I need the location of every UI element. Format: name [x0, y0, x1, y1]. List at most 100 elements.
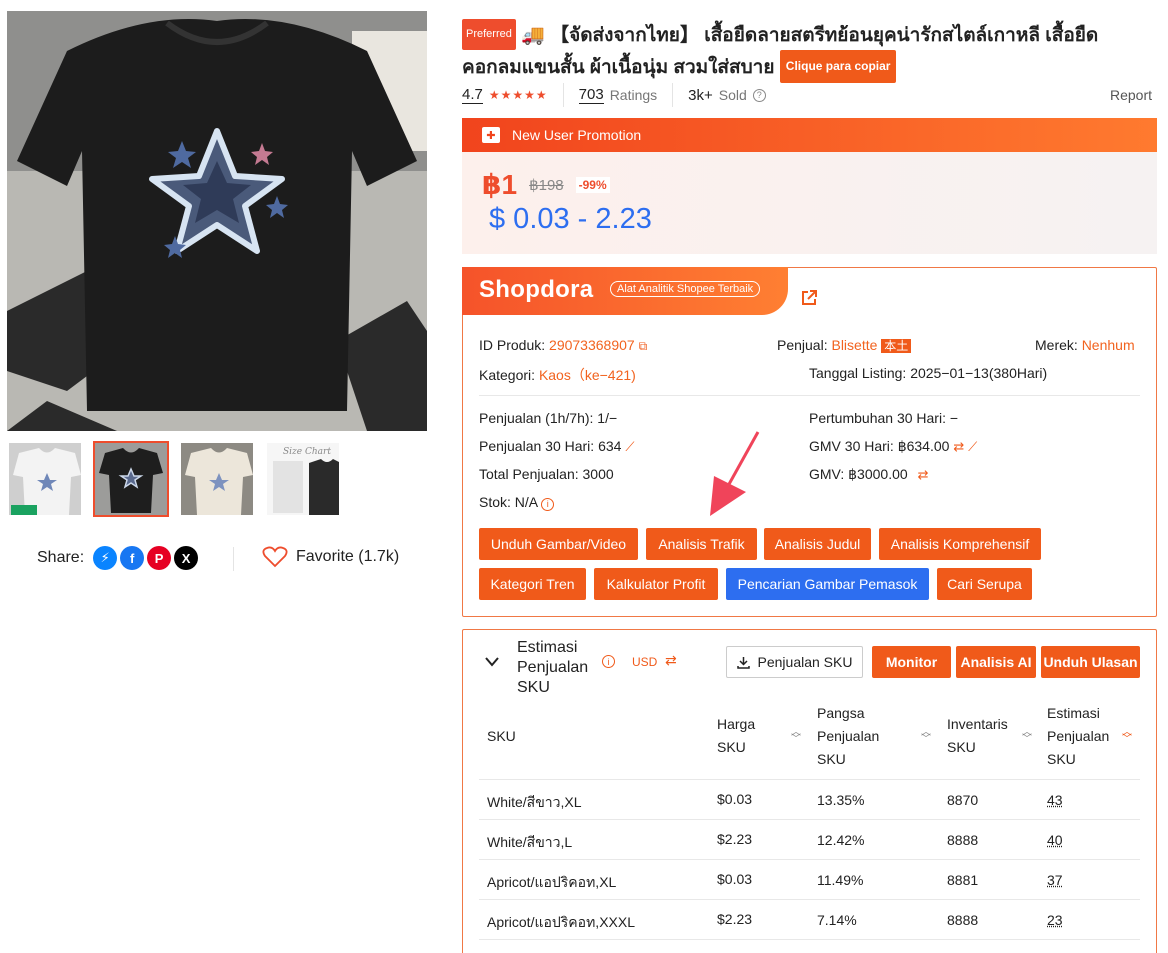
cell-share: 12.42% — [817, 832, 865, 848]
thumbnail-cream-image — [181, 443, 253, 515]
rating-divider — [562, 83, 564, 107]
sku-title-line: Estimasi — [517, 639, 578, 656]
share-row: Share: ⚡ f P X — [37, 546, 199, 570]
col-header-share[interactable]: Pangsa Penjualan SKU — [817, 702, 879, 771]
thumbnail-size-chart[interactable]: Size Chart — [265, 441, 341, 517]
sku-sales-button[interactable]: Penjualan SKU — [726, 646, 863, 678]
trend-chart-icon[interactable]: ⟋ — [625, 439, 634, 454]
messenger-icon[interactable]: ⚡ — [93, 546, 118, 570]
growth-30-days: Pertumbuhan 30 Hari: − — [809, 410, 959, 426]
cell-share: 11.49% — [817, 872, 864, 888]
thumbnail-white[interactable] — [7, 441, 83, 517]
chevron-down-icon[interactable] — [484, 656, 500, 668]
exchange-icon[interactable]: ⇄ — [918, 467, 929, 482]
profit-calculator-button[interactable]: Kalkulator Profit — [594, 568, 718, 600]
comprehensive-analysis-button[interactable]: Analisis Komprehensif — [879, 528, 1041, 560]
thumbnail-black[interactable] — [93, 441, 169, 517]
copy-icon[interactable]: ⧉ — [639, 339, 648, 353]
monitor-button[interactable]: Monitor — [872, 646, 951, 678]
cell-estimate[interactable]: 43 — [1047, 792, 1063, 808]
info-icon[interactable]: i — [541, 497, 555, 511]
col-header-estimate[interactable]: Estimasi Penjualan SKU — [1047, 702, 1109, 771]
preferred-badge: Preferred — [462, 19, 516, 50]
facebook-icon[interactable]: f — [120, 546, 145, 570]
table-row: Apricot/แอปริคอท,XXXL $2.23 7.14% 8888 2… — [479, 900, 1140, 940]
share-label: Share: — [37, 549, 85, 566]
supplier-image-search-button[interactable]: Pencarian Gambar Pemasok — [726, 568, 929, 600]
sort-icon[interactable]: ︿ ﹀ — [1022, 728, 1032, 745]
listing-date-field: Tanggal Listing: 2025−01−13(380Hari) — [809, 365, 1047, 381]
find-similar-button[interactable]: Cari Serupa — [937, 568, 1032, 600]
col-header-price[interactable]: Harga SKU — [717, 713, 755, 759]
cell-price: $2.23 — [717, 831, 753, 847]
tshirt-photo — [7, 11, 427, 431]
gmv-total: GMV: ฿3000.00 — [809, 466, 908, 482]
size-chart-label: Size Chart — [283, 447, 331, 457]
traffic-analysis-button[interactable]: Analisis Trafik — [646, 528, 757, 560]
gmv-30-days-field: GMV 30 Hari: ฿634.00 ⇄ ⟋ — [809, 438, 977, 455]
cell-inventory: 8870 — [947, 792, 979, 808]
help-icon[interactable]: ? — [752, 88, 766, 102]
sold-divider — [672, 83, 674, 107]
exchange-icon[interactable]: ⇄ — [953, 439, 964, 454]
x-twitter-icon[interactable]: X — [174, 546, 199, 570]
favorite-label: Favorite (1.7k) — [296, 548, 400, 565]
sort-icon[interactable]: ︿ ﹀ — [791, 728, 801, 745]
shopdora-tagline: Alat Analitik Shopee Terbaik — [610, 281, 761, 297]
download-reviews-button[interactable]: Unduh Ulasan — [1041, 646, 1140, 678]
brand-value[interactable]: Nenhum — [1082, 337, 1135, 353]
header-line: Harga — [717, 716, 756, 732]
thumbnail-white-image — [9, 443, 81, 515]
original-price: ฿198 — [529, 176, 564, 194]
info-icon[interactable]: i — [602, 655, 615, 668]
gmv-field: GMV: ฿3000.00 ⇄ — [809, 466, 928, 483]
favorite-button[interactable]: Favorite (1.7k) — [262, 546, 399, 568]
cell-price: $0.03 — [717, 871, 753, 887]
report-link[interactable]: Report — [1110, 87, 1152, 103]
category-value[interactable]: Kaos（ke−421) — [539, 367, 636, 383]
price-row: ฿1 ฿198 -99% — [482, 168, 610, 201]
annotation-arrow-icon — [710, 431, 760, 516]
seller-field: Penjual: Blisette 本土 — [777, 337, 912, 354]
cell-estimate[interactable]: 23 — [1047, 912, 1063, 928]
seller-value[interactable]: Blisette — [831, 337, 877, 353]
rating-value[interactable]: 4.7 — [462, 86, 483, 104]
category-trend-button[interactable]: Kategori Tren — [479, 568, 586, 600]
ratings-count[interactable]: 703 — [578, 86, 604, 104]
trend-chart-icon[interactable]: ⟋ — [968, 439, 977, 454]
brand-label: Merek: — [1035, 337, 1078, 353]
ai-analysis-button[interactable]: Analisis AI — [956, 646, 1036, 678]
discount-badge: -99% — [575, 176, 610, 193]
stock-field: Stok: N/A i — [479, 494, 555, 511]
exchange-icon[interactable]: ⇄ — [665, 652, 677, 669]
sort-icon[interactable]: ︿ ﹀ — [921, 728, 931, 745]
pinterest-icon[interactable]: P — [147, 546, 172, 570]
currency-toggle[interactable]: USD — [632, 655, 657, 669]
cell-inventory: 8881 — [947, 872, 979, 888]
divider — [479, 395, 1140, 396]
copy-title-button[interactable]: Clique para copiar — [779, 50, 897, 83]
col-header-inventory[interactable]: Inventaris SKU — [947, 713, 1008, 759]
brand-field: Merek: Nenhum — [1035, 337, 1135, 353]
cell-price: $2.23 — [717, 911, 753, 927]
seller-label: Penjual: — [777, 337, 828, 353]
usd-price-range: $ 0.03 - 2.23 — [489, 203, 652, 235]
shopdora-logo: Shopdora — [479, 276, 594, 303]
new-user-promo-banner: ✚ New User Promotion — [462, 118, 1157, 152]
download-media-button[interactable]: Unduh Gambar/Video — [479, 528, 638, 560]
cell-sku: Apricot/แอปริคอท,XL — [487, 874, 617, 890]
product-id-value[interactable]: 29073368907 — [549, 337, 635, 353]
thumbnail-cream[interactable] — [179, 441, 255, 517]
cell-inventory: 8888 — [947, 832, 979, 848]
sku-sales-label: Penjualan SKU — [757, 654, 853, 670]
sort-icon[interactable]: ︿ ﹀ — [1122, 728, 1132, 745]
heart-icon — [262, 546, 288, 568]
price-box: ฿1 ฿198 -99% $ 0.03 - 2.23 — [462, 152, 1157, 254]
external-link-icon[interactable] — [801, 289, 818, 306]
cell-estimate[interactable]: 40 — [1047, 832, 1063, 848]
header-line: SKU — [717, 739, 746, 755]
title-analysis-button[interactable]: Analisis Judul — [764, 528, 871, 560]
cell-estimate[interactable]: 37 — [1047, 872, 1063, 888]
rating-stars-icon: ★★★★★ — [488, 88, 548, 102]
main-product-image[interactable] — [7, 11, 427, 431]
